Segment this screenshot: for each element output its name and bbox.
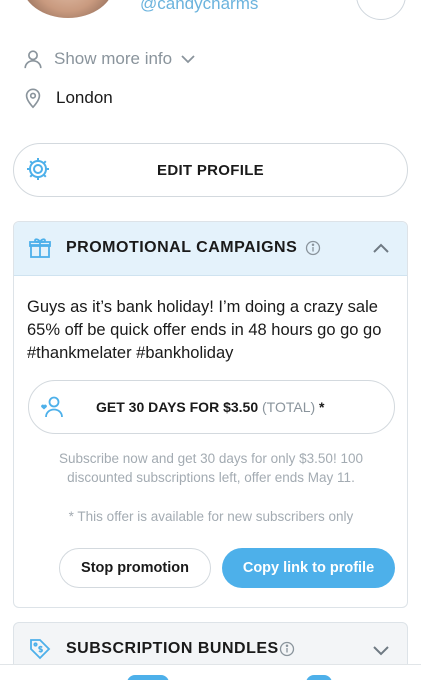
round-action-button[interactable] bbox=[356, 0, 406, 20]
promotional-campaigns-title: PROMOTIONAL CAMPAIGNS bbox=[66, 239, 298, 256]
gear-icon bbox=[27, 158, 49, 180]
user-heart-icon bbox=[41, 396, 63, 418]
user-icon bbox=[24, 50, 42, 69]
location-pin-icon bbox=[25, 88, 41, 109]
chevron-down-icon bbox=[181, 55, 195, 64]
avatar[interactable] bbox=[22, 0, 114, 18]
info-icon[interactable] bbox=[305, 240, 321, 256]
subscription-bundles-title: SUBSCRIPTION BUNDLES bbox=[66, 640, 279, 657]
edit-profile-label: EDIT PROFILE bbox=[157, 161, 264, 179]
info-icon[interactable] bbox=[279, 641, 295, 657]
offer-text: GET 30 DAYS FOR $3.50 (TOTAL) * bbox=[96, 399, 325, 415]
show-more-label: Show more info bbox=[54, 49, 173, 68]
new-subscribers-note: * This offer is available for new subscr… bbox=[68, 509, 354, 524]
edit-profile-button[interactable]: EDIT PROFILE bbox=[13, 143, 408, 197]
nav-badge bbox=[306, 675, 332, 680]
offer-total: (TOTAL) bbox=[262, 399, 316, 415]
stop-promotion-button[interactable]: Stop promotion bbox=[59, 548, 211, 588]
bottom-navigation bbox=[0, 664, 421, 680]
profile-username: @candycharms bbox=[140, 0, 259, 13]
copy-link-button[interactable]: Copy link to profile bbox=[222, 548, 395, 588]
dollar-tag-icon bbox=[30, 639, 51, 660]
subscription-offer-button[interactable]: GET 30 DAYS FOR $3.50 (TOTAL) * bbox=[28, 380, 395, 434]
offer-label: GET 30 DAYS FOR $3.50 bbox=[96, 399, 259, 415]
location-label: London bbox=[56, 88, 113, 107]
promotional-campaigns-header[interactable]: PROMOTIONAL CAMPAIGNS bbox=[14, 222, 407, 276]
promotion-note: Subscribe now and get 30 days for only $… bbox=[59, 451, 363, 485]
promotional-campaigns-card: PROMOTIONAL CAMPAIGNS Guys as it’s bank … bbox=[13, 221, 408, 608]
show-more-info-toggle[interactable]: Show more info bbox=[22, 48, 196, 70]
nav-badge bbox=[127, 675, 169, 680]
promotion-description: Guys as it’s bank holiday! I’m doing a c… bbox=[27, 298, 382, 362]
chevron-up-icon[interactable] bbox=[371, 239, 391, 259]
gift-icon bbox=[29, 238, 51, 258]
chevron-down-icon[interactable] bbox=[371, 640, 391, 660]
location-row: London bbox=[22, 87, 113, 109]
offer-suffix: * bbox=[319, 399, 325, 415]
